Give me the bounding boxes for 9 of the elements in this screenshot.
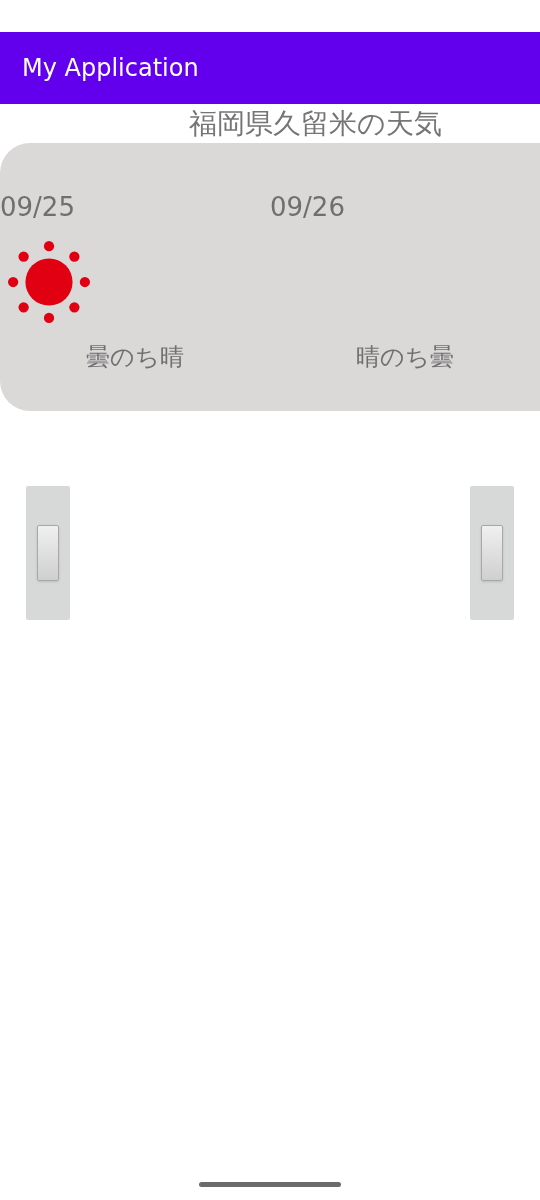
slider-thumb[interactable] — [481, 525, 503, 581]
weather-text: 晴のち曇 — [356, 342, 454, 373]
slider-thumb[interactable] — [37, 525, 59, 581]
page-heading: 福岡県久留米の天気 — [189, 106, 442, 141]
forecast-date: 09/26 — [270, 191, 345, 223]
sun-icon — [8, 241, 90, 323]
weather-text: 曇のち晴 — [86, 342, 184, 373]
forecast-date: 09/25 — [0, 191, 75, 223]
app-title: My Application — [22, 53, 199, 84]
